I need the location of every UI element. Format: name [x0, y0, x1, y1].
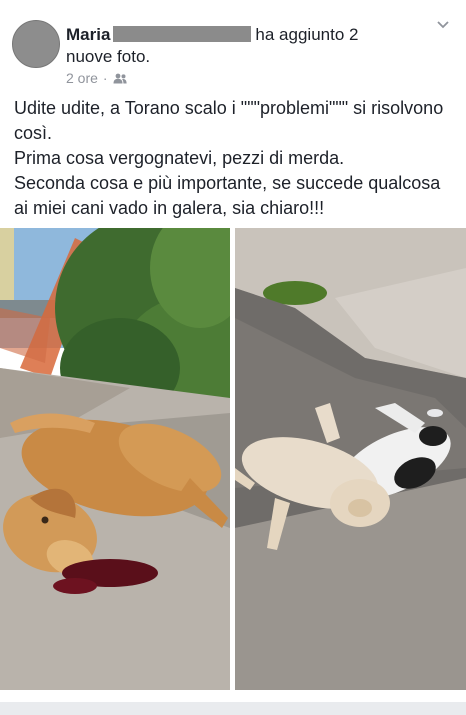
action-text-line2: nuove foto. — [66, 47, 151, 66]
post-body-line: Seconda cosa e più importante, se succed… — [14, 173, 441, 218]
post-body-line: Prima cosa vergognatevi, pezzi di merda. — [14, 148, 345, 168]
profile-avatar[interactable] — [12, 20, 60, 68]
post-photo-1[interactable] — [0, 228, 230, 690]
meta-separator: · — [102, 70, 108, 86]
photo-1-image — [0, 228, 230, 690]
photo-2-image — [235, 228, 466, 690]
post-body-line: Udite udite, a Torano scalo i """problem… — [14, 98, 444, 143]
post-body: Udite udite, a Torano scalo i """problem… — [14, 96, 454, 221]
post-meta: 2 ore · — [66, 70, 127, 86]
post-photo-2[interactable] — [235, 228, 466, 690]
action-text: ha aggiunto 2 — [255, 25, 359, 44]
chevron-down-icon[interactable] — [436, 18, 450, 32]
redacted-name — [113, 26, 252, 42]
post-header: Maria ha aggiunto 2 nuove foto. — [66, 24, 426, 68]
author-name[interactable]: Maria — [66, 25, 110, 44]
feed-divider — [0, 702, 466, 715]
post-card: Maria ha aggiunto 2 nuove foto. 2 ore · U… — [0, 0, 466, 702]
friends-icon — [113, 73, 127, 83]
post-time[interactable]: 2 ore — [66, 70, 98, 86]
